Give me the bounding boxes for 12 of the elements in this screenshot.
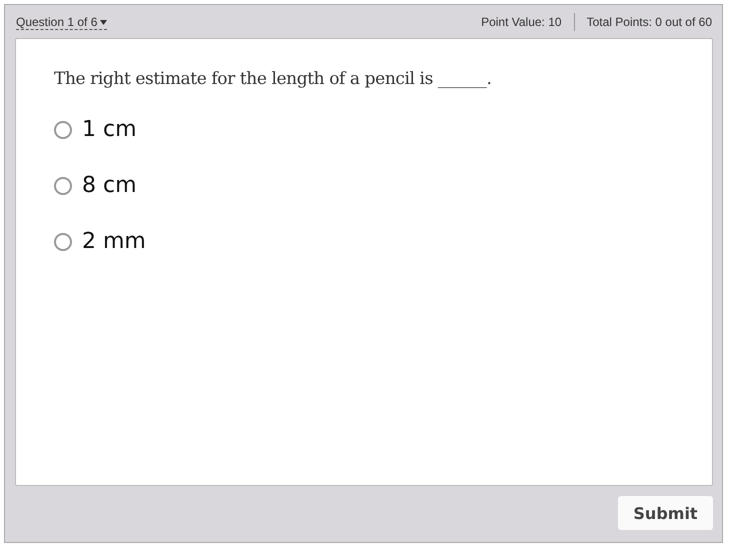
submit-button[interactable]: Submit bbox=[618, 496, 713, 530]
option-label[interactable]: 2 mm bbox=[82, 229, 146, 254]
radio-button[interactable] bbox=[54, 176, 72, 194]
radio-button[interactable] bbox=[54, 120, 72, 138]
question-menu[interactable]: Question 1 of 6 bbox=[16, 15, 108, 30]
caret-icon bbox=[100, 20, 108, 24]
total-points: Total Points: 0 out of 60 bbox=[586, 14, 712, 28]
option-label[interactable]: 1 cm bbox=[82, 117, 137, 142]
option-label[interactable]: 8 cm bbox=[82, 173, 137, 198]
question-prompt: The right estimate for the length of a pencil is ______. bbox=[54, 69, 493, 89]
radio-button[interactable] bbox=[54, 232, 72, 250]
point-value: Point Value: 10 bbox=[481, 14, 562, 28]
